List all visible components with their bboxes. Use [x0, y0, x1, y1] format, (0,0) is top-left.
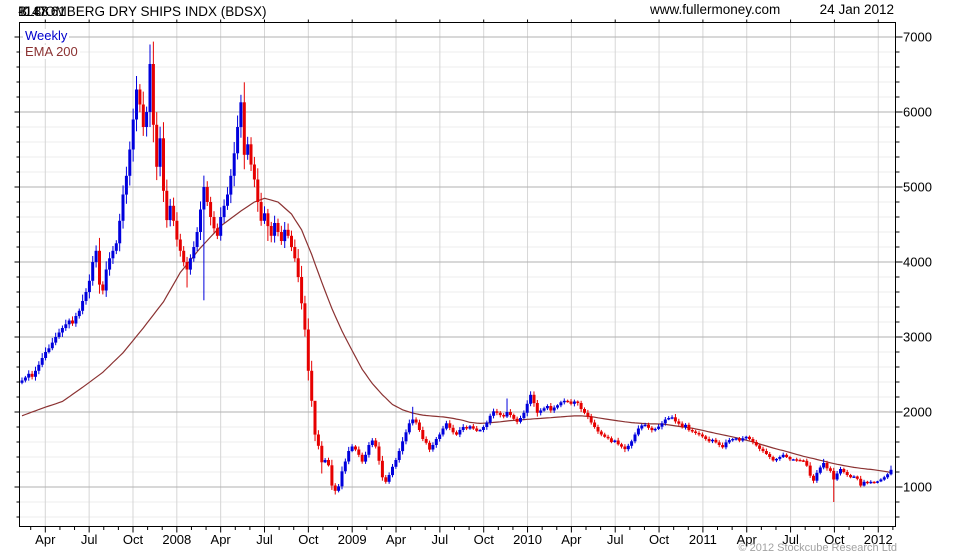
x-tick-label: Apr: [211, 532, 232, 547]
y-tick-label: 4000: [903, 255, 932, 270]
gridlines-vertical: [44, 22, 879, 527]
x-tick-label: Oct: [474, 532, 495, 547]
x-tick-label: Jul: [256, 532, 273, 547]
x-tick-label: 2010: [513, 532, 542, 547]
legend-weekly: Weekly: [23, 28, 70, 43]
x-tick-label: Jul: [81, 532, 98, 547]
x-tick-label: 2008: [162, 532, 191, 547]
x-tick-label: Apr: [35, 532, 56, 547]
y-tick-label: 1000: [903, 480, 932, 495]
x-tick-label: Jul: [607, 532, 624, 547]
x-tick-label: Apr: [561, 532, 582, 547]
price-chart: 1000 2000 3000 4000 5000 6000 7000 Apr Jul Oct 200…: [14, 19, 932, 547]
gridlines-minor: [19, 51, 896, 518]
x-tick-label: 2009: [338, 532, 367, 547]
y-tick-label: 5000: [903, 180, 932, 195]
x-tick-label: Oct: [123, 532, 144, 547]
y-tick-label: 3000: [903, 330, 932, 345]
x-tick-label: Jul: [432, 532, 449, 547]
x-tick-label: 2011: [689, 532, 717, 547]
candlesticks-layer: [20, 41, 893, 502]
x-tick-label: Apr: [386, 532, 407, 547]
y-tick-label: 6000: [903, 105, 932, 120]
legend-ema200: EMA 200: [23, 44, 80, 59]
copyright: © 2012 Stockcube Research Ltd: [738, 542, 897, 554]
y-tick-label: 7000: [903, 30, 932, 45]
chart-window: BLOOMBERG DRY SHIPS INDX (BDSX) 1147.61 …: [0, 0, 980, 560]
x-tick-label: Oct: [298, 532, 319, 547]
x-tick-label: Oct: [649, 532, 670, 547]
y-tick-label: 2000: [903, 405, 932, 420]
